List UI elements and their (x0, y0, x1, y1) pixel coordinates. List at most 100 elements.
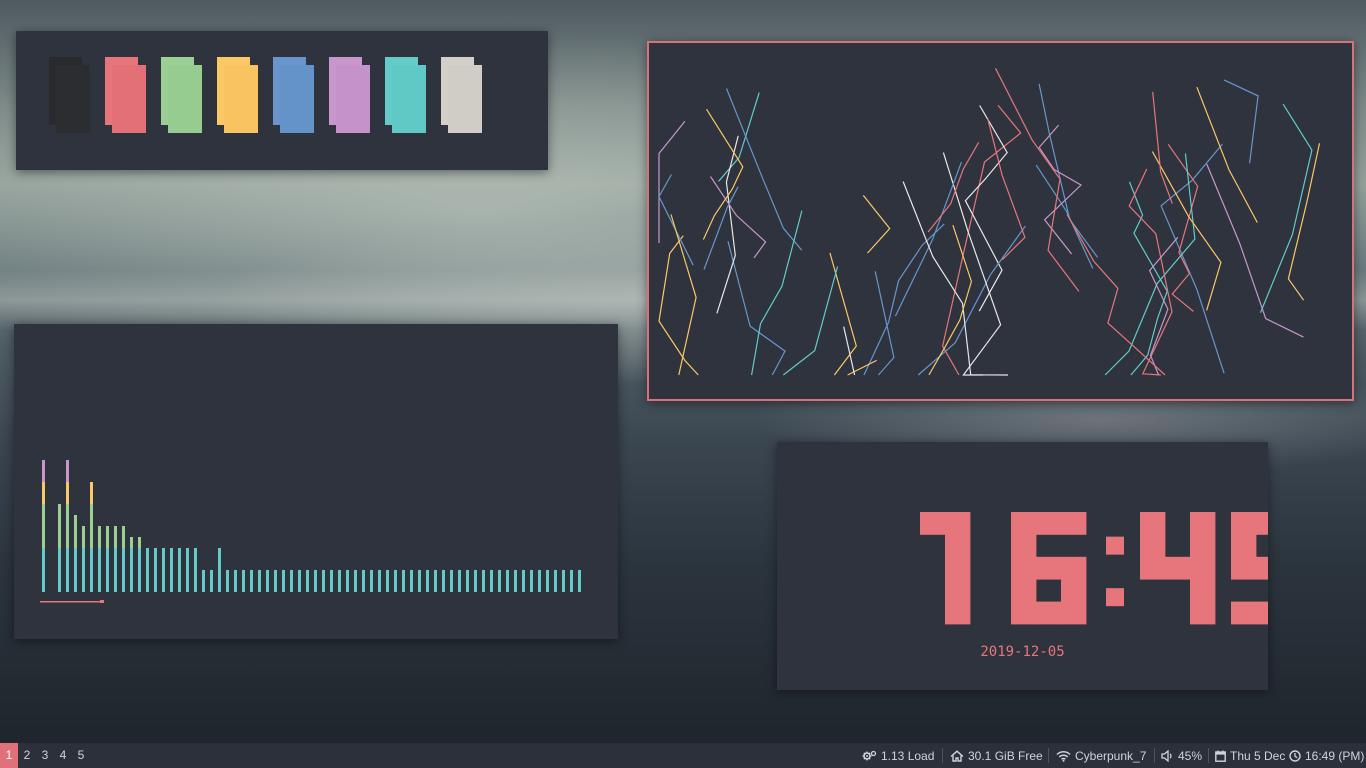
audio-bar-segment (362, 570, 365, 592)
gears-icon (862, 750, 877, 760)
audio-bar-segment (130, 548, 133, 592)
audio-bar (562, 570, 565, 592)
cpu-load-module[interactable]: 1.13 Load (862, 743, 934, 768)
audio-bar-segment (266, 570, 269, 592)
visualizer-trace (1196, 86, 1258, 223)
status-bar: 12345 1.13 Load 30.1 GiB Free Cyberpunk_… (0, 743, 1366, 768)
audio-bar (210, 570, 213, 592)
audio-bar-segment (202, 570, 205, 592)
audio-bar (490, 570, 493, 592)
workspace-4[interactable]: 4 (54, 743, 72, 768)
audio-bar (58, 504, 61, 592)
visualizer-trace (941, 104, 1022, 376)
audio-bar-segment (458, 570, 461, 592)
audio-bar-segment (226, 570, 229, 592)
audio-bar-segment (258, 570, 261, 592)
color-palette-widget (16, 31, 548, 170)
wifi-icon (1056, 750, 1071, 762)
clock-date: 2019-12-05 (980, 644, 1065, 660)
audio-bar-segment (154, 548, 157, 592)
separator (1208, 748, 1209, 763)
audio-bar-segment (122, 548, 125, 592)
visualizer-trace (710, 176, 767, 259)
audio-bar (42, 460, 45, 592)
audio-bar (114, 526, 117, 592)
audio-bar (242, 570, 245, 592)
audio-bar-segment (554, 570, 557, 592)
swatch-bright (112, 65, 146, 133)
audio-bar-segment (338, 570, 341, 592)
audio-bar (138, 537, 141, 592)
audio-bar-segment (498, 570, 501, 592)
visualizer-trace (863, 223, 945, 376)
audio-bar-segment (354, 570, 357, 592)
audio-bar-segment (170, 548, 173, 592)
audio-bar (218, 548, 221, 592)
audio-bar (186, 548, 189, 592)
swatch-bright (392, 65, 426, 133)
audio-bar (178, 548, 181, 592)
visualizer-trace (1035, 164, 1094, 269)
visualizer-trace (1066, 214, 1166, 376)
workspace-5[interactable]: 5 (72, 743, 90, 768)
visualizer-trace (670, 214, 697, 376)
audio-bar (66, 460, 69, 592)
audio-bar (154, 548, 157, 592)
visualizer-trace (874, 271, 895, 376)
clock-colon (1106, 536, 1124, 607)
wifi-module[interactable]: Cyberpunk_7 (1056, 743, 1146, 768)
audio-bar (314, 570, 317, 592)
audio-bar-segment (122, 526, 125, 548)
audio-bar-segment (74, 548, 77, 592)
audio-bar-segment (490, 570, 493, 592)
playback-progress-line (40, 601, 102, 603)
audio-bar (378, 570, 381, 592)
audio-bar-segment (306, 570, 309, 592)
audio-bar-segment (58, 504, 61, 526)
audio-bar (474, 570, 477, 592)
audio-bar-segment (138, 548, 141, 592)
audio-bar (130, 537, 133, 592)
audio-bar-segment (66, 460, 69, 482)
audio-bar-segment (66, 526, 69, 548)
clock-digits (920, 512, 1268, 625)
audio-bar-segment (74, 526, 77, 548)
audio-bar (530, 570, 533, 592)
disk-module[interactable]: 30.1 GiB Free (950, 743, 1043, 768)
audio-bar-segment (426, 570, 429, 592)
visualizer-trace (1287, 143, 1321, 301)
date-module[interactable]: Thu 5 Dec (1215, 743, 1285, 768)
audio-bar-segment (386, 570, 389, 592)
clock-widget: 2019-12-05 (777, 442, 1268, 690)
audio-bar-segment (98, 548, 101, 592)
audio-bar-segment (90, 482, 93, 504)
workspace-3[interactable]: 3 (36, 743, 54, 768)
audio-bar-segment (402, 570, 405, 592)
audio-bar-segment (82, 548, 85, 592)
time-module[interactable]: 16:49 (PM) (1289, 743, 1364, 768)
audio-bar (266, 570, 269, 592)
audio-bar-segment (482, 570, 485, 592)
audio-bar-segment (58, 548, 61, 592)
audio-bar (450, 570, 453, 592)
audio-bar-segment (90, 548, 93, 592)
audio-bar-segment (218, 548, 221, 592)
audio-bar-segment (346, 570, 349, 592)
audio-bar-segment (538, 570, 541, 592)
volume-module[interactable]: 45% (1161, 743, 1202, 768)
visualizer-trace (727, 241, 786, 376)
visualizer-trace (725, 88, 803, 251)
audio-bar-segment (42, 526, 45, 548)
visualizer-trace (829, 252, 857, 376)
workspace-2[interactable]: 2 (18, 743, 36, 768)
disk-free-text: 30.1 GiB Free (968, 748, 1043, 763)
audio-bar-segment (98, 526, 101, 548)
audio-bar-segment (506, 570, 509, 592)
audio-bar (194, 548, 197, 592)
audio-bar-segment (90, 526, 93, 548)
visualizer-trace (1104, 153, 1196, 376)
audio-bar (82, 526, 85, 592)
audio-bar-segment (66, 504, 69, 526)
workspace-1[interactable]: 1 (0, 743, 18, 768)
audio-bar-segment (42, 504, 45, 526)
